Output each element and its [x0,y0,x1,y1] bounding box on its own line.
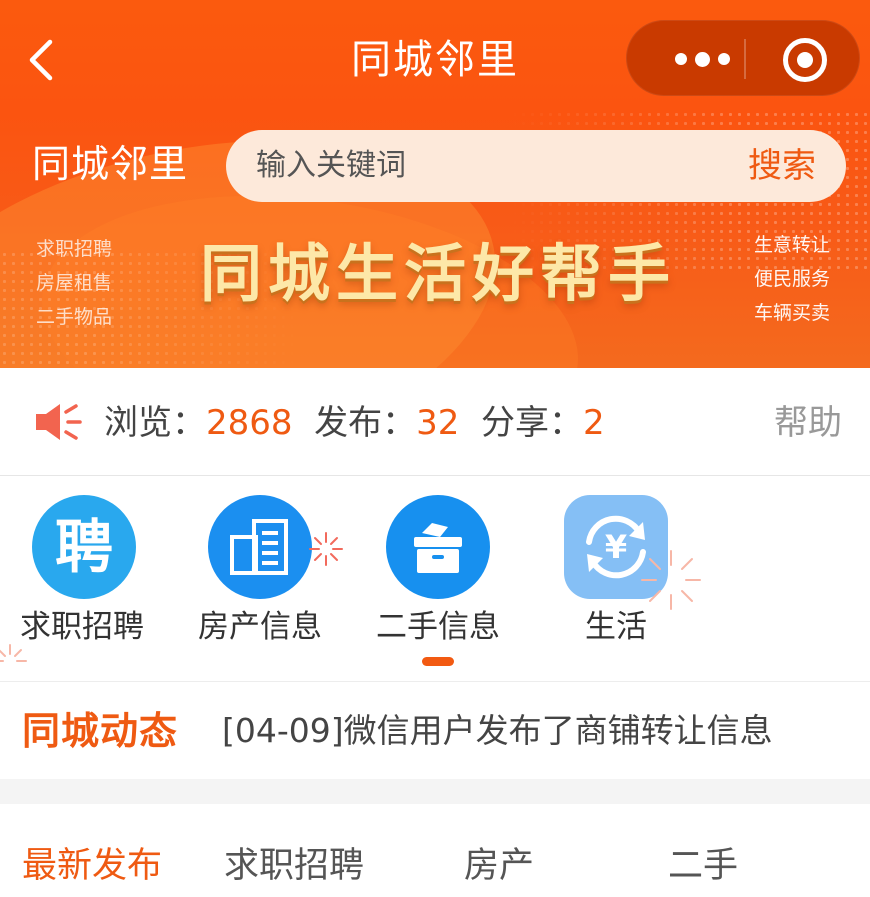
category-secondhand[interactable]: 二手信息 [348,477,528,681]
tab-latest[interactable]: 最新发布 [22,842,162,890]
brand-name: 同城邻里 [32,142,189,186]
posts-label: 发布： [314,403,417,443]
banner-tag: 便民服务 [754,268,831,290]
recruit-icon: 聘 [32,495,136,599]
shares-label: 分享： [481,403,584,443]
views-count: 2868 [206,403,293,443]
tab-property[interactable]: 房产 [464,842,534,890]
mini-program-capsule [626,20,860,96]
more-dots-icon [694,51,710,67]
posts-count: 32 [416,403,460,443]
banner-slogan: 同城生活好帮手 [200,237,677,310]
banner-tags-right: 生意转让 便民服务 车辆买卖 [754,228,830,330]
firework-decoration [0,644,27,662]
hero-banner: 同城邻里 同城邻里 输入关键词 搜索 求职招聘 房屋租售 二手物品 同城生活好帮… [0,0,870,368]
tab-recruit[interactable]: 求职招聘 [224,842,364,890]
views-label: 浏览： [104,403,206,443]
firework-decoration [309,532,343,566]
shares-count: 2 [583,403,605,443]
banner-tag: 房屋租售 [36,272,113,294]
recruit-glyph: 聘 [54,513,113,581]
firework-decoration [641,550,701,610]
category-label: 房产信息 [198,609,322,645]
banner-tag: 生意转让 [754,234,831,256]
more-dots-icon [717,53,730,65]
search-input[interactable]: 输入关键词 [256,146,406,186]
banner-tag: 车辆买卖 [754,302,831,324]
search-bar[interactable]: 输入关键词 搜索 [226,130,846,202]
help-link[interactable]: 帮助 [774,400,842,446]
capsule-divider [744,39,746,79]
news-ticker[interactable]: 同城动态 [04-09]微信用户发布了商铺转让信息 [0,683,870,779]
more-button[interactable] [657,41,747,77]
speaker-icon [36,404,82,440]
banner-tag: 求职招聘 [36,238,113,260]
news-text[interactable]: [04-09]微信用户发布了商铺转让信息 [222,709,773,753]
stats-line: 浏览：2868 发布：32 分享：2 [104,400,605,446]
close-program-button[interactable] [783,38,827,82]
listing-tabs: 最新发布 求职招聘 房产 二手 [0,804,870,897]
page-indicator [422,657,454,666]
news-tag: 同城动态 [22,709,179,753]
more-dots-icon [674,53,687,65]
category-label: 二手信息 [376,609,500,645]
section-divider [0,779,870,804]
building-icon [208,495,312,599]
stats-bar: 浏览：2868 发布：32 分享：2 帮助 [0,368,870,476]
tab-secondhand[interactable]: 二手 [668,842,738,890]
banner-tags-left: 求职招聘 房屋租售 二手物品 [36,232,112,334]
category-grid: 聘 求职招聘 房产信息 二手信息 ¥ 生活 [0,477,870,682]
banner-tag: 二手物品 [36,306,113,328]
box-icon [386,495,490,599]
svg-text:¥: ¥ [605,528,627,566]
category-property[interactable]: 房产信息 [170,477,350,681]
search-button[interactable]: 搜索 [748,144,816,188]
